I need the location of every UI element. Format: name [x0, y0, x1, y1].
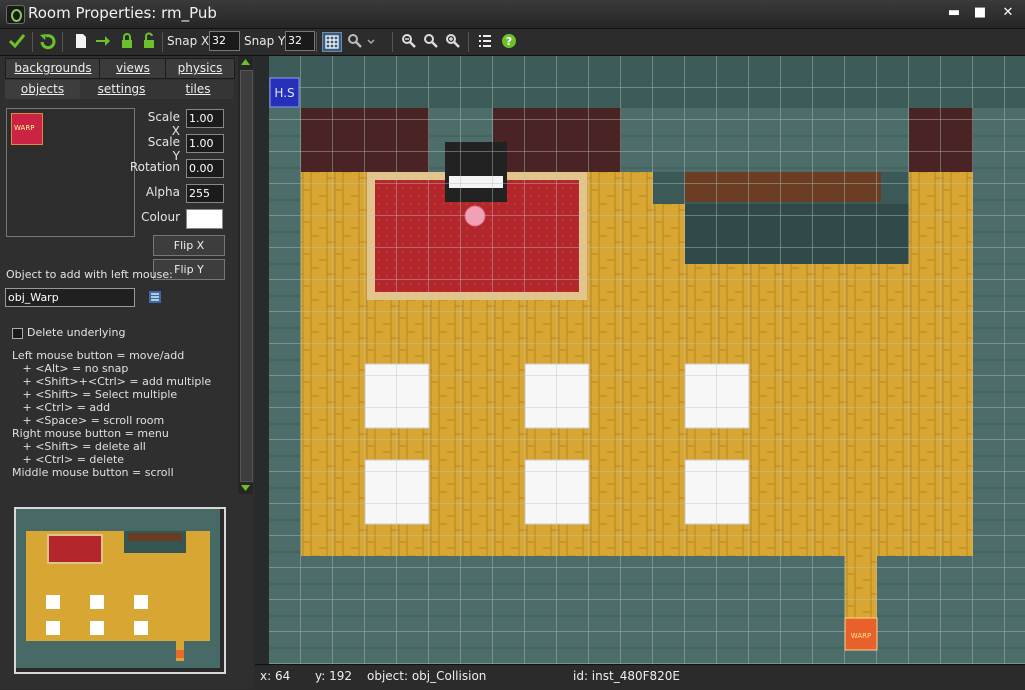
rotation-input[interactable]: 0.00: [186, 159, 224, 178]
status-x: x: 64: [260, 669, 291, 683]
toolbar-divider: [392, 32, 393, 52]
minimize-button[interactable]: ▬: [943, 5, 965, 21]
scroll-up-icon[interactable]: [240, 58, 251, 66]
colour-swatch[interactable]: [186, 209, 223, 229]
help-line: + <Ctrl> = delete: [12, 453, 125, 466]
toolbar-divider: [316, 32, 317, 52]
undo-icon[interactable]: [38, 32, 56, 50]
status-object: object: obj_Collision: [367, 669, 487, 683]
help-icon[interactable]: ?: [500, 32, 518, 50]
object-to-add-label: Object to add with left mouse:: [6, 268, 173, 281]
checkmark-icon[interactable]: [8, 32, 26, 50]
scale-x-input[interactable]: 1.00: [186, 109, 224, 128]
maximize-button[interactable]: ■: [969, 5, 991, 21]
status-bar: x: 64 y: 192 object: obj_Collision id: i…: [255, 664, 1025, 690]
close-button[interactable]: ✕: [997, 5, 1019, 21]
warp-label: WARP: [851, 632, 871, 640]
help-line: + <Ctrl> = add: [12, 401, 111, 414]
status-y: y: 192: [315, 669, 352, 683]
alpha-label: Alpha: [145, 185, 180, 199]
tab-objects[interactable]: objects: [5, 80, 80, 99]
scroll-thumb[interactable]: [240, 70, 253, 482]
tab-settings[interactable]: settings: [80, 80, 163, 99]
unlock-icon[interactable]: [140, 32, 158, 50]
grid-toggle-icon[interactable]: [322, 32, 342, 52]
help-line: + <Shift>+<Ctrl> = add multiple: [12, 375, 212, 388]
toolbar-divider: [162, 32, 163, 52]
warp-sprite-icon: [11, 113, 43, 145]
svg-text:?: ?: [506, 35, 512, 48]
help-line: Right mouse button = menu: [12, 427, 169, 440]
zoom-reset-icon[interactable]: [422, 32, 440, 50]
tab-backgrounds[interactable]: backgrounds: [5, 58, 101, 79]
help-line: + <Alt> = no snap: [12, 362, 129, 375]
title-bar: Room Properties: rm_Pub ▬ ■ ✕: [0, 0, 1025, 29]
help-line: + <Shift> = delete all: [12, 440, 146, 453]
toolbar: Snap X: 32 Snap Y: 32 ?: [0, 29, 1025, 56]
object-menu-icon[interactable]: [148, 290, 162, 304]
help-line: + <Shift> = Select multiple: [12, 388, 178, 401]
shift-arrow-icon[interactable]: [94, 32, 112, 50]
left-panel-scrollbar[interactable]: [238, 56, 253, 494]
tab-tiles[interactable]: tiles: [163, 80, 233, 99]
scale-y-input[interactable]: 1.00: [186, 134, 224, 153]
tab-views[interactable]: views: [99, 58, 167, 79]
hs-marker-label: H.S: [274, 86, 294, 100]
view-magnifier-icon[interactable]: [346, 32, 364, 50]
snap-y-label: Snap Y:: [244, 34, 288, 48]
alpha-input[interactable]: 255: [186, 184, 224, 203]
rotation-label: Rotation: [129, 160, 180, 174]
room-view[interactable]: H.S WARP: [255, 56, 1025, 664]
scroll-down-icon[interactable]: [240, 484, 251, 492]
app-icon: [6, 5, 25, 24]
toolbar-divider: [62, 32, 63, 52]
flip-x-button[interactable]: Flip X: [153, 235, 225, 256]
object-preview: [6, 108, 135, 237]
zoom-out-icon[interactable]: [400, 32, 418, 50]
snap-x-input[interactable]: 32: [209, 31, 240, 51]
window-title: Room Properties: rm_Pub: [28, 4, 217, 22]
snap-y-input[interactable]: 32: [285, 31, 315, 51]
help-line: Left mouse button = move/add: [12, 349, 185, 362]
delete-underlying-checkbox[interactable]: [12, 328, 23, 339]
chevron-down-icon[interactable]: [366, 32, 376, 50]
minimap-preview: [16, 509, 220, 668]
help-line: Middle mouse button = scroll: [12, 466, 174, 479]
toolbar-divider: [468, 32, 469, 52]
lock-icon[interactable]: [118, 32, 136, 50]
tab-physics[interactable]: physics: [165, 58, 235, 79]
new-document-icon[interactable]: [72, 32, 90, 50]
object-selector-field[interactable]: obj_Warp: [5, 288, 135, 307]
left-panel: backgrounds views physics objects settin…: [0, 56, 254, 689]
status-id: id: inst_480F820E: [573, 669, 680, 683]
scale-y-label: Scale Y: [147, 135, 180, 163]
colour-label: Colour: [141, 210, 180, 224]
room-canvas[interactable]: H.S WARP: [255, 56, 1025, 664]
room-minimap[interactable]: [14, 507, 226, 674]
toolbar-divider: [32, 32, 33, 52]
snap-x-label: Snap X:: [167, 34, 214, 48]
scale-x-label: Scale X: [147, 110, 180, 138]
list-icon[interactable]: [476, 32, 494, 50]
help-line: + <Space> = scroll room: [12, 414, 165, 427]
delete-underlying-label: Delete underlying: [27, 326, 126, 339]
zoom-in-icon[interactable]: [444, 32, 462, 50]
